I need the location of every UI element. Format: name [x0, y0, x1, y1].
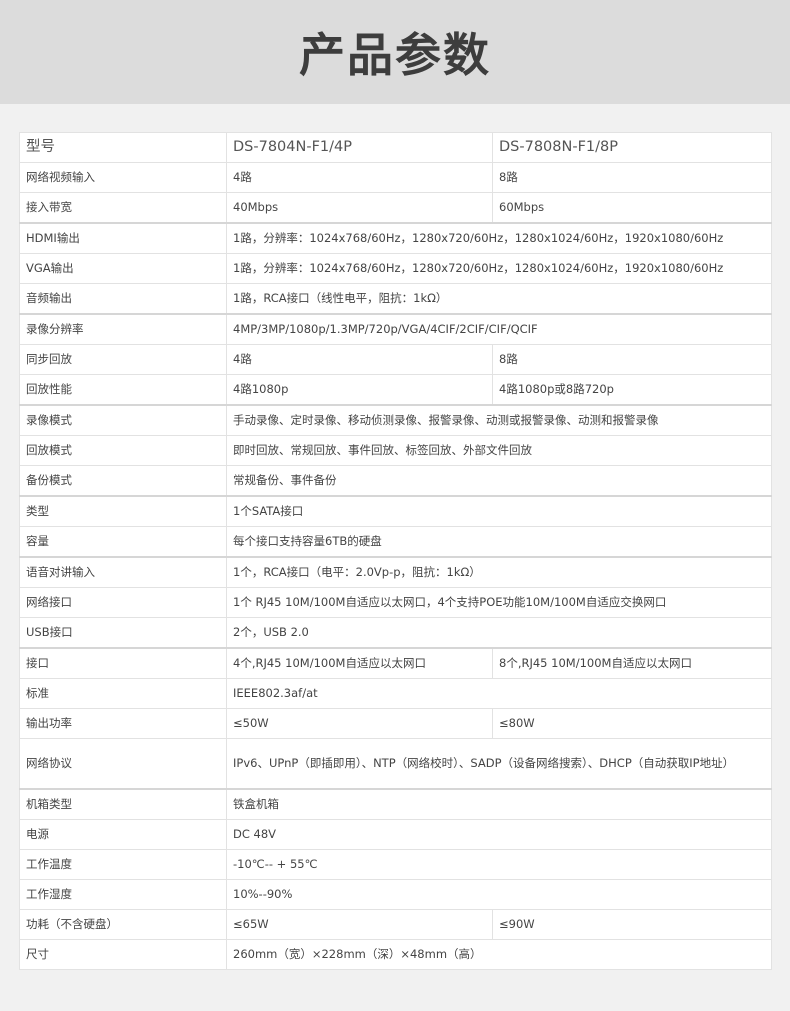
spec-label: 电源 — [19, 819, 227, 850]
spec-label: 机箱类型 — [19, 788, 227, 820]
spec-value: 4MP/3MP/1080p/1.3MP/720p/VGA/4CIF/2CIF/C… — [226, 313, 772, 345]
table-row: 接入带宽 40Mbps 60Mbps — [19, 192, 772, 224]
table-row: 网络视频输入 4路 8路 — [19, 162, 772, 193]
spec-label: 网络协议 — [19, 738, 227, 790]
table-row: 功耗（不含硬盘） ≤65W ≤90W — [19, 909, 772, 940]
spec-label: 录像分辨率 — [19, 313, 227, 345]
spec-value: ≤90W — [492, 909, 772, 940]
spec-label: 回放模式 — [19, 435, 227, 466]
spec-value: 手动录像、定时录像、移动侦测录像、报警录像、动测或报警录像、动测和报警录像 — [226, 404, 772, 436]
spec-value: IEEE802.3af/at — [226, 678, 772, 709]
spec-value: 60Mbps — [492, 192, 772, 224]
page-title: 产品参数 — [299, 28, 491, 82]
table-row: HDMI输出 1路，分辨率：1024x768/60Hz，1280x720/60H… — [19, 222, 772, 254]
spec-label: 网络视频输入 — [19, 162, 227, 193]
table-row: 工作湿度 10%--90% — [19, 879, 772, 910]
spec-label: 尺寸 — [19, 939, 227, 970]
spec-value: 260mm（宽）×228mm（深）×48mm（高） — [226, 939, 772, 970]
table-row: 网络协议 IPv6、UPnP（即插即用）、NTP（网络校时）、SADP（设备网络… — [19, 738, 772, 790]
table-row: 尺寸 260mm（宽）×228mm（深）×48mm（高） — [19, 939, 772, 970]
spec-value: 4个,RJ45 10M/100M自适应以太网口 — [226, 647, 493, 679]
table-row: VGA输出 1路，分辨率：1024x768/60Hz，1280x720/60Hz… — [19, 253, 772, 284]
table-row: 回放模式 即时回放、常规回放、事件回放、标签回放、外部文件回放 — [19, 435, 772, 466]
spec-label: HDMI输出 — [19, 222, 227, 254]
table-row: 接口 4个,RJ45 10M/100M自适应以太网口 8个,RJ45 10M/1… — [19, 647, 772, 679]
spec-value: 8路 — [492, 162, 772, 193]
table-row: 回放性能 4路1080p 4路1080p或8路720p — [19, 374, 772, 406]
spec-value: 4路1080p或8路720p — [492, 374, 772, 406]
table-row: USB接口 2个，USB 2.0 — [19, 617, 772, 649]
spec-label: USB接口 — [19, 617, 227, 649]
spec-value: 4路 — [226, 344, 493, 375]
spec-label: 音频输出 — [19, 283, 227, 315]
spec-value: DC 48V — [226, 819, 772, 850]
spec-value: 常规备份、事件备份 — [226, 465, 772, 497]
spec-value: 4路1080p — [226, 374, 493, 406]
table-row: 机箱类型 铁盒机箱 — [19, 788, 772, 820]
spec-value: 40Mbps — [226, 192, 493, 224]
spec-label: 同步回放 — [19, 344, 227, 375]
spec-value: ≤50W — [226, 708, 493, 739]
spec-table: 型号 DS-7804N-F1/4P DS-7808N-F1/8P 网络视频输入 … — [19, 132, 772, 970]
spec-value: 8个,RJ45 10M/100M自适应以太网口 — [492, 647, 772, 679]
spec-label: 工作温度 — [19, 849, 227, 880]
spec-value: 1个 RJ45 10M/100M自适应以太网口，4个支持POE功能10M/100… — [226, 587, 772, 618]
table-row: 网络接口 1个 RJ45 10M/100M自适应以太网口，4个支持POE功能10… — [19, 587, 772, 618]
spec-value: 每个接口支持容量6TB的硬盘 — [226, 526, 772, 558]
table-row: 音频输出 1路，RCA接口（线性电平，阻抗：1kΩ） — [19, 283, 772, 315]
spec-value: ≤80W — [492, 708, 772, 739]
spec-label: VGA输出 — [19, 253, 227, 284]
table-row: 工作温度 -10℃-- + 55℃ — [19, 849, 772, 880]
spec-label: 备份模式 — [19, 465, 227, 497]
spec-value: 1路，分辨率：1024x768/60Hz，1280x720/60Hz，1280x… — [226, 222, 772, 254]
spec-label: 接入带宽 — [19, 192, 227, 224]
table-row: 输出功率 ≤50W ≤80W — [19, 708, 772, 739]
table-row: 电源 DC 48V — [19, 819, 772, 850]
spec-label: 网络接口 — [19, 587, 227, 618]
model-name: DS-7804N-F1/4P — [226, 132, 493, 163]
table-row: 容量 每个接口支持容量6TB的硬盘 — [19, 526, 772, 558]
table-row: 标准 IEEE802.3af/at — [19, 678, 772, 709]
table-row: 语音对讲输入 1个，RCA接口（电平：2.0Vp-p，阻抗：1kΩ） — [19, 556, 772, 588]
table-row: 备份模式 常规备份、事件备份 — [19, 465, 772, 497]
table-row: 同步回放 4路 8路 — [19, 344, 772, 375]
spec-value: -10℃-- + 55℃ — [226, 849, 772, 880]
spec-value: 1路，RCA接口（线性电平，阻抗：1kΩ） — [226, 283, 772, 315]
table-row: 录像模式 手动录像、定时录像、移动侦测录像、报警录像、动测或报警录像、动测和报警… — [19, 404, 772, 436]
spec-label: 输出功率 — [19, 708, 227, 739]
spec-value: 4路 — [226, 162, 493, 193]
spec-value: 2个，USB 2.0 — [226, 617, 772, 649]
spec-label: 容量 — [19, 526, 227, 558]
spec-value: IPv6、UPnP（即插即用）、NTP（网络校时）、SADP（设备网络搜索）、D… — [226, 738, 772, 790]
spec-value: ≤65W — [226, 909, 493, 940]
spec-value: 铁盒机箱 — [226, 788, 772, 820]
spec-label: 接口 — [19, 647, 227, 679]
spec-value: 10%--90% — [226, 879, 772, 910]
spec-value: 1个，RCA接口（电平：2.0Vp-p，阻抗：1kΩ） — [226, 556, 772, 588]
spec-label: 回放性能 — [19, 374, 227, 406]
spec-value: 8路 — [492, 344, 772, 375]
spec-label: 型号 — [19, 132, 227, 163]
spec-value: 1路，分辨率：1024x768/60Hz，1280x720/60Hz，1280x… — [226, 253, 772, 284]
model-name: DS-7808N-F1/8P — [492, 132, 772, 163]
spec-label: 工作湿度 — [19, 879, 227, 910]
table-row: 类型 1个SATA接口 — [19, 495, 772, 527]
spec-label: 类型 — [19, 495, 227, 527]
spec-label: 功耗（不含硬盘） — [19, 909, 227, 940]
spec-value: 即时回放、常规回放、事件回放、标签回放、外部文件回放 — [226, 435, 772, 466]
spec-label: 语音对讲输入 — [19, 556, 227, 588]
table-row: 录像分辨率 4MP/3MP/1080p/1.3MP/720p/VGA/4CIF/… — [19, 313, 772, 345]
table-row-model: 型号 DS-7804N-F1/4P DS-7808N-F1/8P — [19, 132, 772, 163]
header-banner: 产品参数 — [0, 0, 790, 104]
spec-label: 录像模式 — [19, 404, 227, 436]
spec-label: 标准 — [19, 678, 227, 709]
spec-value: 1个SATA接口 — [226, 495, 772, 527]
